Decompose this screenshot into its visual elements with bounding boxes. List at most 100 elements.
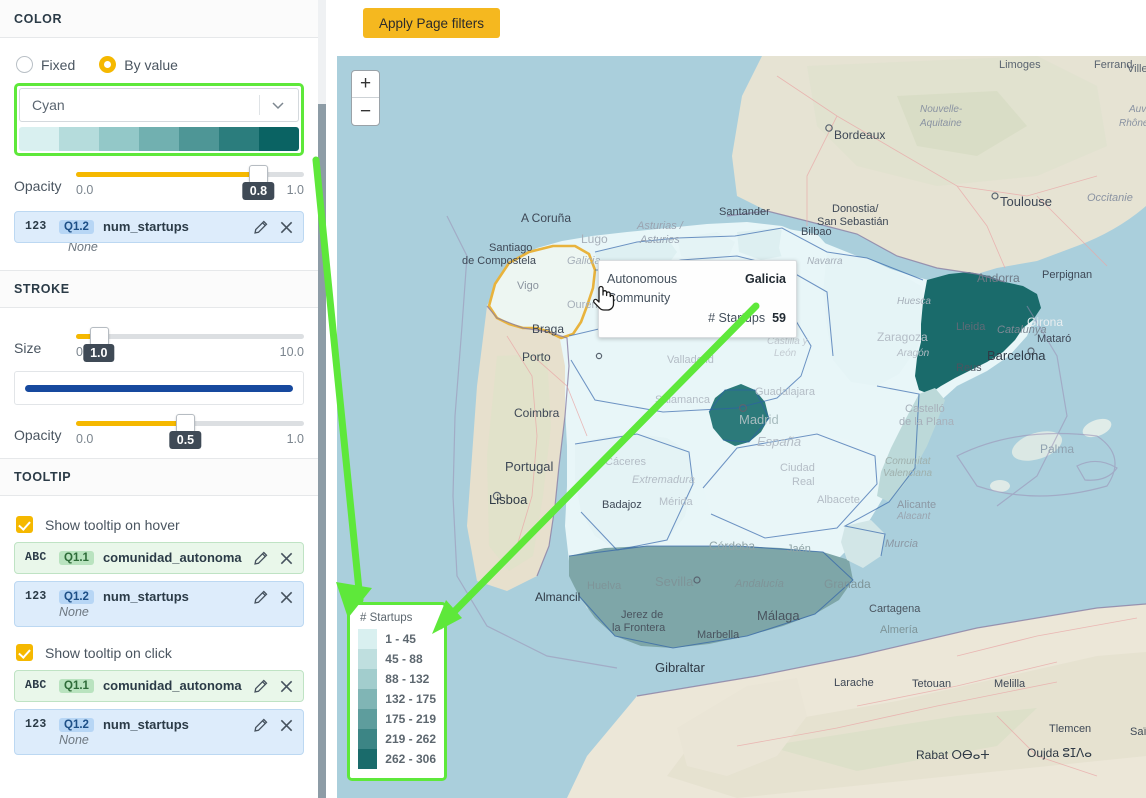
zoom-out-button[interactable]: −	[352, 98, 379, 125]
map-label: Almancil	[535, 590, 581, 604]
map-label: Valenciana	[883, 468, 933, 479]
edit-pencil-icon[interactable]	[253, 590, 268, 605]
stroke-color-line	[25, 384, 293, 392]
tooltip-label-startups: # Startups	[708, 310, 766, 325]
tooltip-hover-field-chip[interactable]: ABC Q1.1 comunidad_autonoma	[14, 542, 304, 574]
map-label: Huesca	[897, 296, 931, 307]
legend-swatch-0	[358, 629, 378, 649]
tooltip-hover-field-chip[interactable]: 123 Q1.2 num_startups None	[14, 581, 304, 627]
legend-swatch-1	[358, 649, 378, 669]
map-label: Auver	[1129, 104, 1146, 115]
map-label: Larache	[834, 677, 874, 689]
color-opacity-value: 0.8	[242, 182, 275, 200]
radio-by-value[interactable]	[99, 56, 117, 73]
field-query-tag: Q1.1	[59, 678, 94, 693]
map-label: Girona	[1027, 315, 1064, 329]
legend-range-0: 1 - 45	[385, 632, 416, 646]
tooltip-click-field-chip[interactable]: ABC Q1.1 comunidad_autonoma	[14, 670, 304, 702]
stroke-size-max: 10.0	[279, 345, 304, 359]
tooltip-click-field-chip[interactable]: 123 Q1.2 num_startups None	[14, 709, 304, 755]
panel-scrollbar-track[interactable]	[318, 0, 326, 798]
field-type-icon: ABC	[25, 679, 47, 692]
chevron-down-icon[interactable]	[270, 97, 286, 113]
apply-page-filters-button[interactable]: Apply Page filters	[363, 8, 500, 38]
map-label: Albacete	[817, 494, 860, 506]
panel-scrollbar-thumb[interactable]	[318, 104, 326, 798]
remove-close-icon[interactable]	[279, 718, 294, 733]
color-opacity-min: 0.0	[76, 183, 94, 197]
map-label: Salamanca	[655, 394, 711, 406]
remove-close-icon[interactable]	[279, 679, 294, 694]
map-label: Andorra	[977, 271, 1020, 285]
stroke-opacity-slider[interactable]	[76, 414, 304, 433]
select-divider	[259, 95, 260, 115]
remove-close-icon[interactable]	[279, 220, 294, 235]
app-root: COLOR Fixed By value Cyan Opacity 0.0 1.…	[0, 0, 1146, 798]
field-name: comunidad_autonoma	[102, 678, 242, 693]
stroke-opacity-min: 0.0	[76, 432, 94, 446]
map-label: León	[774, 348, 797, 359]
map-label: Donostia/	[832, 203, 879, 215]
map-label: Marbella	[697, 629, 740, 641]
color-mode-radio-group: Fixed By value	[14, 48, 304, 83]
field-name: num_startups	[102, 589, 189, 604]
palette-swatch-1	[59, 127, 99, 151]
map-label: Cáceres	[605, 456, 646, 468]
map-label: Santander	[719, 206, 770, 218]
color-opacity-slider[interactable]	[76, 165, 304, 184]
map-label: Oujda ⵓⵊⴷⴰ	[1027, 746, 1092, 760]
edit-pencil-icon[interactable]	[253, 718, 268, 733]
color-opacity-row: Opacity 0.0 1.0 0.8	[14, 156, 304, 200]
stroke-opacity-max: 1.0	[286, 432, 304, 446]
legend-swatch-column	[358, 629, 378, 769]
map-label: Málaga	[757, 608, 800, 623]
map-label: Asturias /	[637, 220, 683, 232]
map-label: Huelva	[587, 580, 622, 592]
map-label: Granada	[824, 577, 871, 591]
map-label: Comunitat	[885, 456, 931, 467]
remove-close-icon[interactable]	[279, 551, 294, 566]
field-query-tag: Q1.2	[59, 219, 94, 234]
tooltip-hover-field-list: ABC Q1.1 comunidad_autonoma 123 Q1.2 num_star…	[14, 542, 304, 627]
stroke-opacity-label: Opacity	[14, 427, 62, 443]
show-tooltip-on-hover-row[interactable]: Show tooltip on hover	[14, 506, 304, 542]
choropleth-map[interactable]: LimogesFerrandVilleurNouvelle-AquitaineA…	[337, 56, 1146, 798]
edit-pencil-icon[interactable]	[253, 679, 268, 694]
map-label: Limoges	[999, 59, 1041, 71]
map-label: Almería	[880, 624, 918, 636]
zoom-in-button[interactable]: +	[352, 71, 379, 98]
map-label: Jaén	[787, 543, 811, 555]
stroke-size-value: 1.0	[83, 344, 115, 362]
field-name: comunidad_autonoma	[102, 550, 242, 565]
palette-select[interactable]: Cyan	[19, 88, 299, 122]
map-label: Valladolid	[667, 354, 714, 366]
map-label: Lugo	[581, 232, 608, 246]
section-header-color: COLOR	[0, 0, 318, 38]
edit-pencil-icon[interactable]	[253, 551, 268, 566]
stroke-color-swatch[interactable]	[14, 371, 304, 405]
legend-range-1: 45 - 88	[385, 652, 423, 666]
tooltip-section-body: Show tooltip on hover ABC Q1.1 comunidad_a…	[0, 496, 318, 774]
stroke-size-label: Size	[14, 340, 42, 356]
map-zoom-controls[interactable]: + −	[351, 70, 380, 126]
edit-pencil-icon[interactable]	[253, 220, 268, 235]
show-tooltip-on-click-row[interactable]: Show tooltip on click	[14, 634, 304, 670]
palette-swatch-0	[19, 127, 59, 151]
checkbox-hover[interactable]	[16, 516, 33, 533]
legend-label-column: 1 - 45 45 - 88 88 - 132 132 - 175 175 - 219 2…	[377, 629, 436, 769]
checkbox-click[interactable]	[16, 644, 33, 661]
field-aggregation: None	[59, 733, 89, 747]
map-label: Guadalajara	[755, 386, 815, 398]
map-label: Murcia	[885, 538, 919, 550]
remove-close-icon[interactable]	[279, 590, 294, 605]
legend-swatch-3	[358, 689, 378, 709]
field-type-icon: ABC	[25, 551, 47, 564]
radio-fixed[interactable]	[16, 56, 33, 73]
field-query-tag: Q1.2	[59, 589, 94, 604]
tooltip-value-community: Galicia	[745, 272, 786, 286]
map-label: Zaragoza	[877, 330, 928, 344]
stroke-size-slider[interactable]	[76, 327, 304, 346]
color-field-chip[interactable]: 123 Q1.2 num_startups	[14, 211, 304, 243]
checkbox-hover-label: Show tooltip on hover	[45, 516, 180, 533]
map-label: Reus	[956, 362, 982, 374]
